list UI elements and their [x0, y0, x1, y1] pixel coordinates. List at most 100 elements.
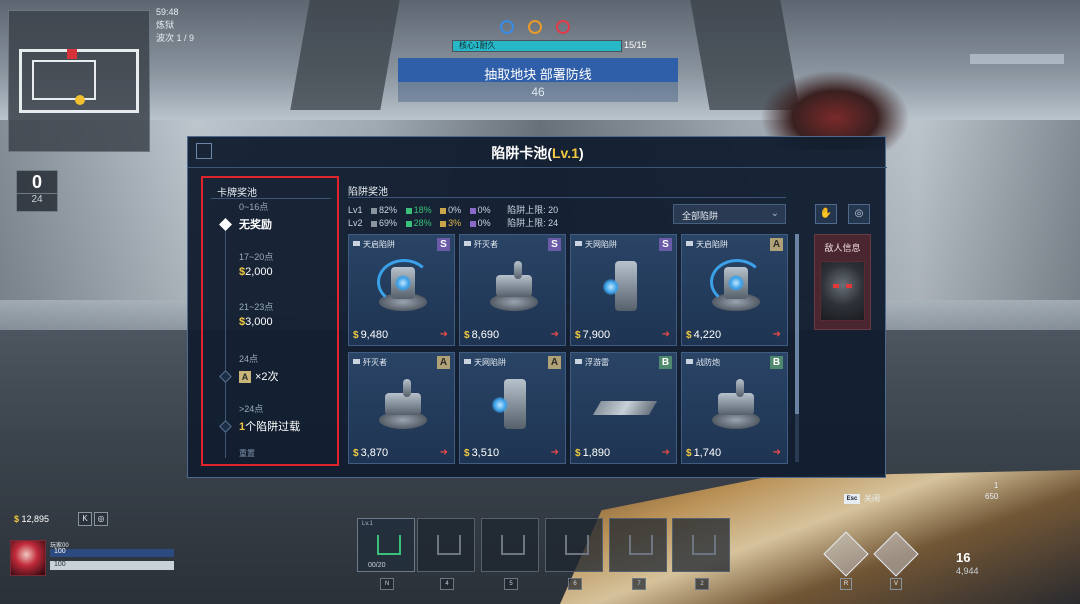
trap-slot[interactable] — [545, 518, 603, 572]
trap-price: $1,740 — [686, 447, 721, 459]
match-info: 59:48 炼狱 波次 1 / 9 — [156, 6, 194, 45]
ammo-reserve: 1 650 — [985, 480, 998, 502]
prob-purple: 0% — [477, 205, 491, 215]
arrow-right-icon[interactable]: ➜ — [551, 329, 559, 340]
arrow-right-icon[interactable]: ➜ — [440, 447, 448, 458]
trap-slot-icon — [501, 535, 525, 555]
yellow-rarity-icon — [440, 220, 447, 227]
trap-art — [595, 257, 655, 319]
armor-bar: 100 — [50, 561, 174, 570]
match-timer: 59:48 — [156, 7, 179, 17]
trap-slot[interactable] — [609, 518, 667, 572]
close-label[interactable]: 关闭 — [864, 493, 880, 504]
objective-blue-icon — [500, 20, 514, 34]
rank-badge: A — [437, 356, 450, 369]
green-rarity-icon — [405, 220, 412, 227]
trap-pool-title: 陷阱奖池 — [348, 187, 388, 198]
trap-limit: 陷阱上限: 24 — [507, 218, 559, 228]
trap-settings-button[interactable]: ◎ — [848, 204, 870, 224]
objective-title: 抽取地块 部署防线 — [484, 67, 592, 82]
tier-reward: 1个陷阱过载 — [239, 418, 300, 434]
tier-reward-amount: 2,000 — [245, 266, 273, 278]
trap-card[interactable]: 浮游雷 B $1,890 ➜ — [570, 352, 677, 464]
tier-reward-amount: 3,000 — [245, 316, 273, 328]
trap-name: 天网陷阱 — [474, 358, 506, 367]
arrow-right-icon[interactable]: ➜ — [773, 447, 781, 458]
arrow-right-icon[interactable]: ➜ — [773, 329, 781, 340]
esc-key-icon[interactable]: Esc — [844, 494, 860, 504]
trap-card[interactable]: 歼灭者 A $3,870 ➜ — [348, 352, 455, 464]
energy-glow — [395, 275, 411, 291]
trap-art — [373, 257, 433, 319]
trap-art — [592, 375, 658, 437]
objective-orange-icon — [528, 20, 542, 34]
trap-slot-icon — [692, 535, 716, 555]
rank-a-badge: A — [239, 371, 251, 383]
swirl-icon: ◎ — [94, 512, 108, 526]
trap-card[interactable]: 天网陷阱 A $3,510 ➜ — [459, 352, 566, 464]
trap-price: $3,870 — [353, 447, 388, 459]
slot-level: Lv.1 — [362, 521, 373, 527]
energy-glow — [603, 279, 619, 295]
trap-slot[interactable] — [481, 518, 539, 572]
trap-card[interactable]: 天启陷阱 A $4,220 ➜ — [681, 234, 788, 346]
trap-price-value: 1,740 — [693, 447, 722, 459]
trap-card[interactable]: 歼灭者 S $8,690 ➜ — [459, 234, 566, 346]
enemy-info-panel[interactable]: 敌人信息 — [814, 234, 871, 330]
trap-slot-icon — [377, 535, 401, 555]
coin-icon: $ — [14, 514, 20, 524]
energy-glow — [728, 275, 744, 291]
trap-name: 战防炮 — [696, 358, 720, 367]
arrow-right-icon[interactable]: ➜ — [551, 447, 559, 458]
rank-badge: A — [770, 238, 783, 251]
avatar — [10, 540, 46, 576]
divider — [211, 198, 331, 199]
prob-level: Lv2 — [348, 218, 363, 228]
turret-body — [385, 393, 421, 415]
trap-slot[interactable] — [672, 518, 730, 572]
ammo-magazine: 16 — [956, 550, 971, 565]
tier-reward: A ×2次 — [239, 368, 279, 384]
arrow-right-icon[interactable]: ➜ — [662, 329, 670, 340]
prob-purple: 0% — [477, 218, 491, 228]
turret-barrel — [403, 379, 411, 397]
tier-range: 21~23点 — [239, 302, 274, 312]
hotkey-label: 7 — [632, 578, 646, 590]
trap-card[interactable]: 战防炮 B $1,740 ➜ — [681, 352, 788, 464]
title-level: Lv.1 — [552, 145, 579, 161]
trap-price: $8,690 — [464, 329, 499, 341]
title-suffix: ) — [578, 145, 584, 161]
purple-rarity-icon — [469, 220, 476, 227]
hotkey-label: 4 — [440, 578, 454, 590]
dialog-title: 陷阱卡池(Lv.1) — [188, 143, 887, 163]
enemy-portrait — [820, 261, 865, 321]
trap-card[interactable]: 天启陷阱 S $9,480 ➜ — [348, 234, 455, 346]
trap-type-icon — [353, 359, 360, 364]
coin-icon: $ — [686, 448, 692, 459]
arrow-right-icon[interactable]: ➜ — [662, 447, 670, 458]
trap-type-icon — [464, 359, 471, 364]
scrollbar-thumb[interactable] — [795, 234, 799, 414]
prob-yellow: 0% — [448, 205, 462, 215]
trap-slot[interactable]: Lv.1 00/20 — [357, 518, 415, 572]
trap-card[interactable]: 天网陷阱 S $7,900 ➜ — [570, 234, 677, 346]
trap-art — [373, 375, 433, 437]
arrow-right-icon[interactable]: ➜ — [440, 329, 448, 340]
turret-barrel — [736, 379, 744, 397]
trap-price-value: 8,690 — [471, 329, 500, 341]
trap-name: 浮游雷 — [585, 358, 609, 367]
minimap[interactable] — [8, 10, 150, 152]
slot-count: 00/20 — [368, 562, 386, 569]
dialog-header: 陷阱卡池(Lv.1) — [188, 137, 887, 168]
card-grid-scrollbar[interactable] — [795, 234, 799, 462]
rank-badge: A — [548, 356, 561, 369]
deploy-tool-button[interactable]: ✋ — [815, 204, 837, 224]
trap-slot[interactable] — [417, 518, 475, 572]
coin-icon: $ — [464, 448, 470, 459]
rank-badge: B — [659, 356, 672, 369]
trap-art — [484, 257, 544, 319]
trap-type-icon — [686, 241, 693, 246]
trap-price-value: 1,890 — [582, 447, 611, 459]
tier-reward-amount: ×2次 — [255, 371, 279, 383]
trap-filter-dropdown[interactable]: 全部陷阱 ⌄ — [673, 204, 786, 224]
